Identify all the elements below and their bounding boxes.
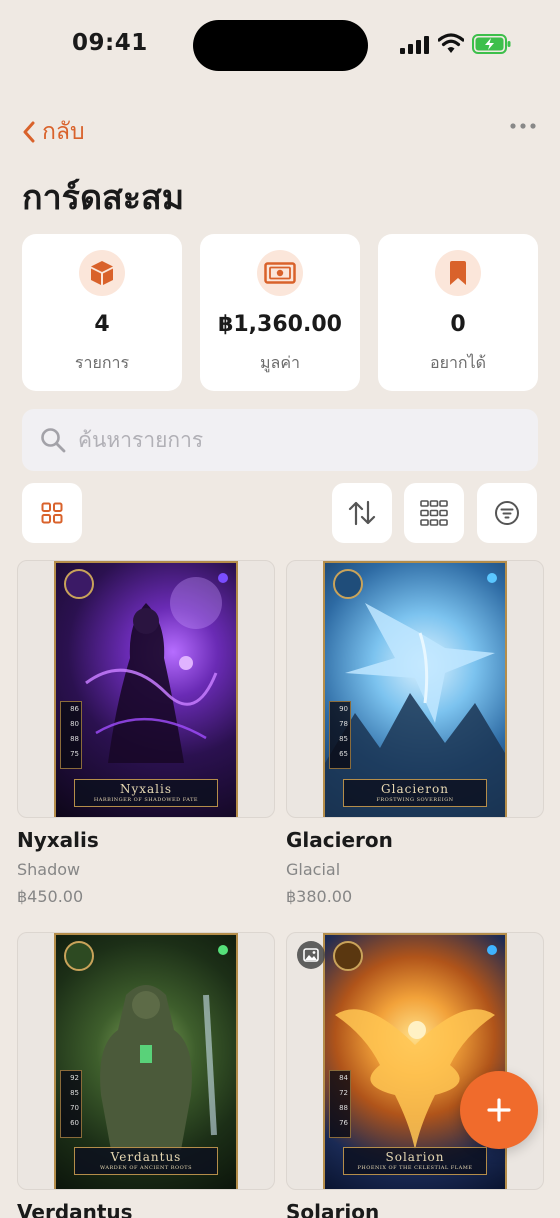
stat-value: ฿1,360.00 [218, 312, 342, 337]
card-art-title: Solarion [385, 1150, 445, 1164]
card-stat: 72 [339, 1089, 348, 1097]
card-artwork-image: 86 80 88 75 Nyxalis HARBINGER OF SHADOWE… [54, 561, 238, 817]
signal-icon [400, 36, 429, 54]
card-name-plate: Glacieron FROSTWING SOVEREIGN [343, 779, 487, 807]
card-stats-panel: 86 80 88 75 [60, 701, 82, 769]
item-image-frame: 92 85 70 60 Verdantus WARDEN OF ANCIENT … [17, 932, 275, 1190]
search-icon [41, 428, 66, 453]
card-stat: 90 [339, 705, 348, 713]
bookmark-icon [450, 261, 466, 285]
item-name: Glacieron [286, 828, 393, 852]
card-stat: 70 [70, 1104, 79, 1112]
element-emblem [64, 569, 94, 599]
card-stat: 86 [70, 705, 79, 713]
stat-card-wishlist: 0 อยากได้ [378, 234, 538, 391]
item-name: Solarion [286, 1200, 380, 1218]
collection-item[interactable]: 86 80 88 75 Nyxalis HARBINGER OF SHADOWE… [17, 560, 275, 906]
stat-label: อยากได้ [429, 353, 487, 372]
card-stat: 65 [339, 750, 348, 758]
card-stat: 85 [339, 735, 348, 743]
collection-item[interactable]: 90 78 85 65 Glacieron FROSTWING SOVEREIG… [286, 560, 544, 906]
more-options-icon[interactable] [510, 122, 536, 130]
item-type: Glacial [286, 860, 341, 879]
battery-charging-icon [472, 34, 511, 54]
card-artwork-image: 92 85 70 60 Verdantus WARDEN OF ANCIENT … [54, 933, 238, 1189]
card-art-subtitle: FROSTWING SOVEREIGN [376, 797, 454, 803]
card-name-plate: Nyxalis HARBINGER OF SHADOWED FATE [74, 779, 218, 807]
back-label: กลับ [42, 119, 85, 145]
image-badge [297, 941, 325, 969]
filter-icon [495, 501, 519, 525]
item-name: Verdantus [17, 1200, 133, 1218]
card-stat: 84 [339, 1074, 348, 1082]
status-bar: 09:41 [0, 0, 560, 92]
card-art-title: Verdantus [110, 1150, 182, 1164]
card-art-subtitle: HARBINGER OF SHADOWED FATE [93, 797, 199, 803]
box-icon [91, 261, 113, 285]
stat-label: มูลค่า [259, 353, 301, 372]
filter-button[interactable] [477, 483, 537, 543]
card-artwork-image: 90 78 85 65 Glacieron FROSTWING SOVEREIG… [323, 561, 507, 817]
element-emblem [333, 569, 363, 599]
stat-card-items: 4 รายการ [22, 234, 182, 391]
banknote-icon [264, 262, 296, 284]
item-image-frame: 86 80 88 75 Nyxalis HARBINGER OF SHADOWE… [17, 560, 275, 818]
card-art-title: Nyxalis [119, 782, 173, 796]
grid-compact-icon [420, 500, 448, 526]
card-stat: 78 [339, 720, 348, 728]
sort-button[interactable] [332, 483, 392, 543]
card-artwork-image: 84 72 88 76 Solarion PHOENIX OF THE CELE… [323, 933, 507, 1189]
wifi-icon [438, 33, 464, 53]
sort-arrows-icon [348, 500, 376, 526]
card-stat: 88 [70, 735, 79, 743]
card-gem [487, 945, 497, 955]
view-toggle-button[interactable] [22, 483, 82, 543]
card-gem [218, 573, 228, 583]
item-name: Nyxalis [17, 828, 99, 852]
card-art-title: Glacieron [381, 782, 449, 796]
card-stats-panel: 84 72 88 76 [329, 1070, 351, 1138]
back-button[interactable]: กลับ [22, 114, 85, 150]
item-image-frame: 84 72 88 76 Solarion PHOENIX OF THE CELE… [286, 932, 544, 1190]
card-gem [218, 945, 228, 955]
page-title: การ์ดสะสม [22, 178, 185, 218]
stat-card-value: ฿1,360.00 มูลค่า [200, 234, 360, 391]
chevron-left-icon [23, 121, 35, 143]
item-price: ฿450.00 [17, 887, 84, 906]
card-stat: 80 [70, 720, 79, 728]
card-stat: 92 [70, 1074, 79, 1082]
card-art-subtitle: WARDEN OF ANCIENT ROOTS [99, 1165, 192, 1171]
card-name-plate: Verdantus WARDEN OF ANCIENT ROOTS [74, 1147, 218, 1175]
item-type: Shadow [17, 860, 81, 879]
layout-button[interactable] [404, 483, 464, 543]
stats-row: 4 รายการ ฿1,360.00 มูลค่า 0 อยากได้ [22, 234, 538, 391]
card-gem [487, 573, 497, 583]
search-bar[interactable] [22, 409, 538, 471]
element-emblem [333, 941, 363, 971]
plus-icon [487, 1098, 511, 1122]
card-stats-panel: 92 85 70 60 [60, 1070, 82, 1138]
card-stat: 85 [70, 1089, 79, 1097]
card-stats-panel: 90 78 85 65 [329, 701, 351, 769]
photo-icon [303, 948, 319, 962]
stat-value: 0 [450, 312, 466, 337]
add-item-button[interactable] [460, 1071, 538, 1149]
grid-icon [41, 502, 63, 524]
nav-bar: กลับ [0, 112, 560, 152]
collection-item[interactable]: 92 85 70 60 Verdantus WARDEN OF ANCIENT … [17, 932, 275, 1218]
card-stat: 75 [70, 750, 79, 758]
status-time: 09:41 [72, 30, 148, 56]
item-image-frame: 90 78 85 65 Glacieron FROSTWING SOVEREIG… [286, 560, 544, 818]
search-input[interactable] [78, 428, 498, 452]
element-emblem [64, 941, 94, 971]
card-stat: 60 [70, 1119, 79, 1127]
dynamic-island [193, 20, 368, 71]
stat-value: 4 [94, 312, 110, 337]
item-price: ฿380.00 [286, 887, 353, 906]
stat-label: รายการ [74, 353, 130, 372]
card-stat: 76 [339, 1119, 348, 1127]
card-art-subtitle: PHOENIX OF THE CELESTIAL FLAME [357, 1165, 473, 1171]
card-name-plate: Solarion PHOENIX OF THE CELESTIAL FLAME [343, 1147, 487, 1175]
card-stat: 88 [339, 1104, 348, 1112]
